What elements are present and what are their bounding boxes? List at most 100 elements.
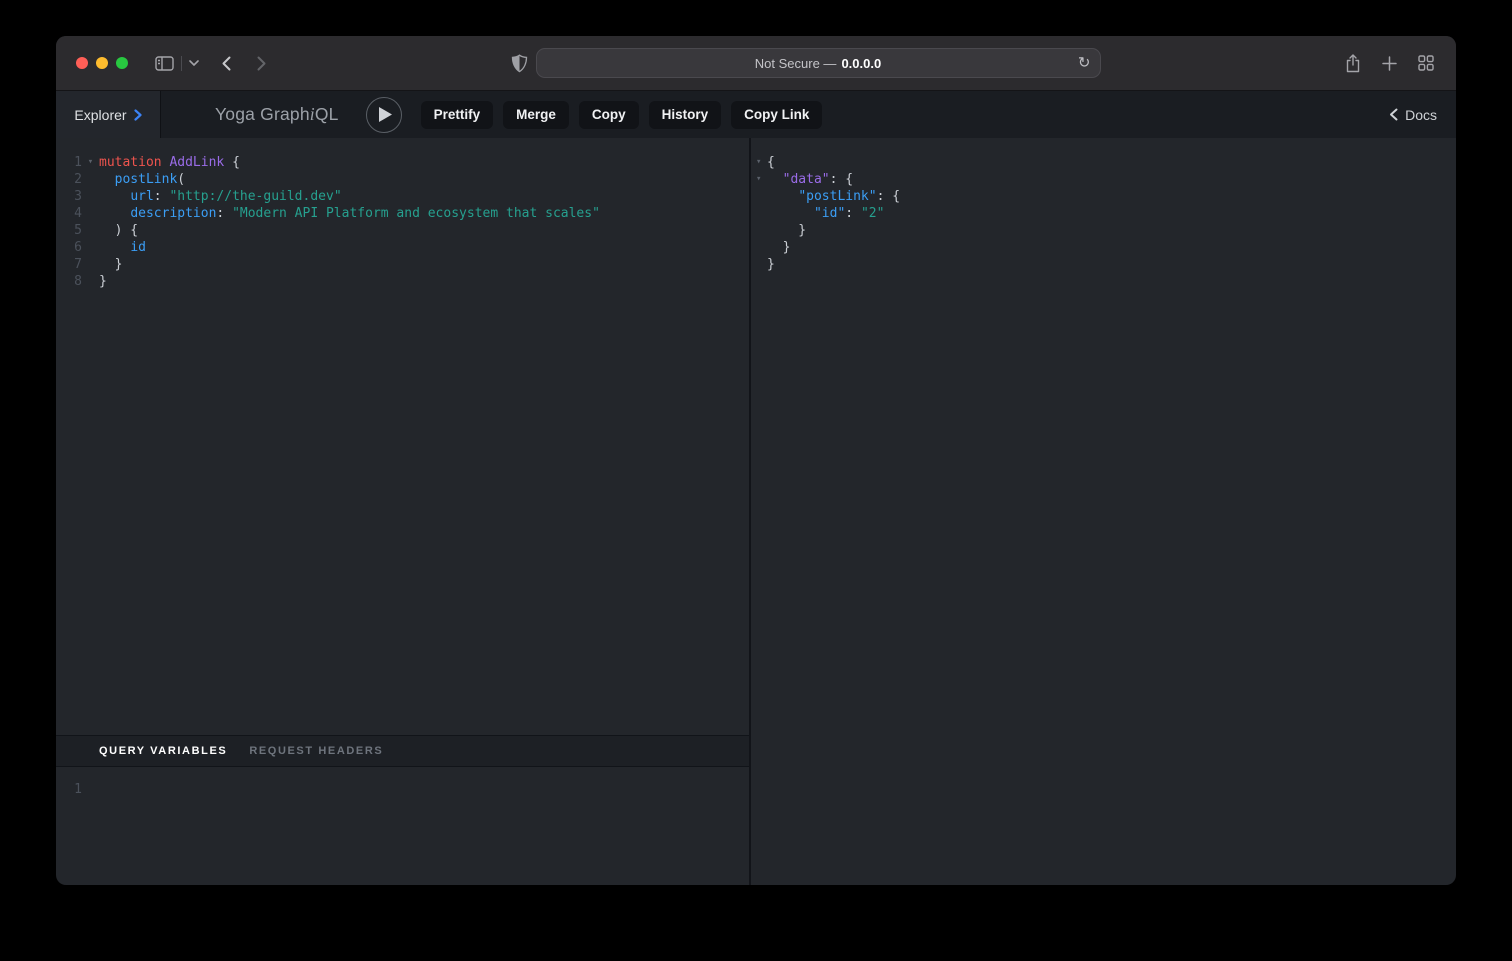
docs-toggle[interactable]: Docs [1389,107,1437,123]
code-text: } [99,256,122,273]
line-number: 7 [56,256,82,273]
fold-gutter [82,256,99,273]
url-address: 0.0.0.0 [841,56,881,71]
address-bar[interactable]: Not Secure — 0.0.0.0 ↻ [536,48,1101,78]
code-line: 4 description: "Modern API Platform and … [56,205,749,222]
url-group: Not Secure — 0.0.0.0 ↻ [511,48,1101,78]
fold-gutter [751,256,767,273]
variables-editor[interactable]: 1 [56,767,749,885]
code-text: "id": "2" [767,205,884,222]
new-tab-icon[interactable] [1382,56,1397,71]
code-text: ) { [99,222,138,239]
traffic-lights [76,57,128,69]
code-text: postLink( [99,171,185,188]
bottom-tabbar: QUERY VARIABLES REQUEST HEADERS [56,735,749,767]
code-text: url: "http://the-guild.dev" [99,188,342,205]
zoom-window-button[interactable] [116,57,128,69]
code-line: "id": "2" [751,205,1456,222]
code-line: 3 url: "http://the-guild.dev" [56,188,749,205]
fold-gutter [82,239,99,256]
code-text: "data": { [767,171,853,188]
response-pane: ▾{▾ "data": { "postLink": { "id": "2" } … [751,138,1456,885]
fold-gutter [82,222,99,239]
code-line: 7 } [56,256,749,273]
code-line: } [751,256,1456,273]
line-number: 1 [56,154,82,171]
history-button[interactable]: History [649,101,722,129]
graphiql-toolbar: Explorer Yoga GraphiQL Prettify Merge Co… [56,90,1456,138]
prettify-button[interactable]: Prettify [421,101,494,129]
tab-query-variables[interactable]: QUERY VARIABLES [99,745,227,757]
copy-button[interactable]: Copy [579,101,639,129]
url-security-status: Not Secure — [755,56,837,71]
play-icon [379,107,392,122]
explorer-toggle[interactable]: Explorer [56,91,161,138]
app-logo: Yoga GraphiQL [215,104,339,125]
minimize-window-button[interactable] [96,57,108,69]
code-text: mutation AddLink { [99,154,240,171]
copy-link-button[interactable]: Copy Link [731,101,822,129]
fold-gutter [82,171,99,188]
fold-gutter [751,239,767,256]
code-line: 5 ) { [56,222,749,239]
code-text: id [99,239,146,256]
query-editor-lines: 1▾mutation AddLink {2 postLink(3 url: "h… [56,154,749,290]
tab-overview-icon[interactable] [1418,55,1434,71]
execute-query-button[interactable] [366,97,402,133]
explorer-chevron-right-icon [134,109,142,121]
fold-arrow-icon[interactable]: ▾ [751,171,767,188]
merge-button[interactable]: Merge [503,101,569,129]
fold-gutter [82,188,99,205]
tab-request-headers[interactable]: REQUEST HEADERS [249,745,383,757]
code-line: "postLink": { [751,188,1456,205]
browser-window: Not Secure — 0.0.0.0 ↻ [56,36,1456,885]
privacy-shield-icon[interactable] [511,54,528,73]
code-line: 2 postLink( [56,171,749,188]
fold-arrow-icon[interactable]: ▾ [751,154,767,171]
response-lines: ▾{▾ "data": { "postLink": { "id": "2" } … [751,154,1456,273]
browser-titlebar: Not Secure — 0.0.0.0 ↻ [56,36,1456,90]
explorer-label: Explorer [74,107,126,123]
code-text: } [767,222,806,239]
titlebar-right-icons [1345,54,1434,73]
query-editor[interactable]: 1▾mutation AddLink {2 postLink(3 url: "h… [56,138,749,735]
line-number: 1 [56,781,82,798]
code-line: 1▾mutation AddLink { [56,154,749,171]
code-line: } [751,239,1456,256]
fold-gutter [82,273,99,290]
code-line: 6 id [56,239,749,256]
forward-button[interactable] [257,56,266,71]
code-text: } [767,239,790,256]
sidebar-toggle-icon[interactable] [155,56,174,71]
code-line: ▾ "data": { [751,171,1456,188]
line-number: 2 [56,171,82,188]
share-icon[interactable] [1345,54,1361,73]
docs-chevron-left-icon [1389,108,1398,121]
code-text: } [767,256,775,273]
code-line: ▾{ [751,154,1456,171]
code-text: } [99,273,107,290]
fold-gutter [751,188,767,205]
close-window-button[interactable] [76,57,88,69]
line-number: 6 [56,239,82,256]
fold-gutter [82,205,99,222]
main-area: 1▾mutation AddLink {2 postLink(3 url: "h… [56,138,1456,885]
line-number: 8 [56,273,82,290]
line-number: 4 [56,205,82,222]
sidebar-chevron-down-icon[interactable] [189,60,199,66]
code-text: description: "Modern API Platform and ec… [99,205,600,222]
fold-gutter [751,205,767,222]
line-number: 5 [56,222,82,239]
titlebar-separator [181,56,182,71]
code-text: "postLink": { [767,188,900,205]
fold-arrow-icon[interactable]: ▾ [82,154,99,171]
line-number: 3 [56,188,82,205]
fold-gutter [751,222,767,239]
code-line: 8} [56,273,749,290]
back-button[interactable] [222,56,231,71]
left-pane: 1▾mutation AddLink {2 postLink(3 url: "h… [56,138,749,885]
docs-label: Docs [1405,107,1437,123]
reload-icon[interactable]: ↻ [1078,56,1091,71]
code-line: } [751,222,1456,239]
code-line: 1 [56,781,749,798]
